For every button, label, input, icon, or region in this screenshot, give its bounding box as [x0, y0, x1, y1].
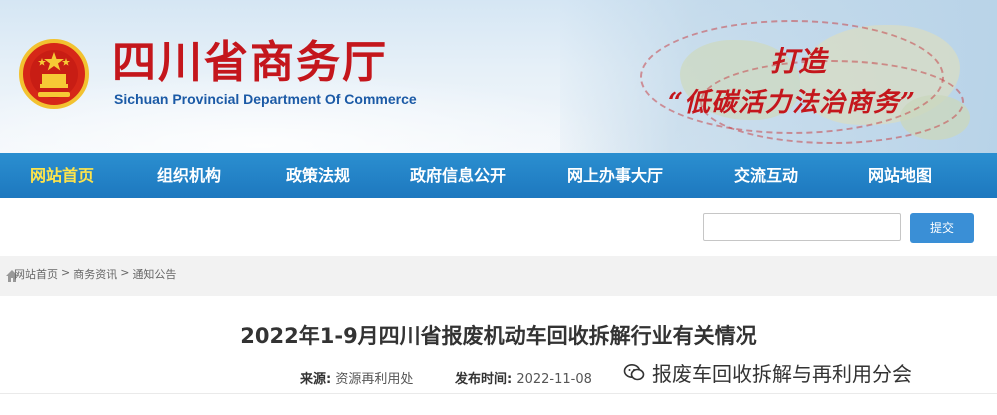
account-watermark: 报废车回收拆解与再利用分会 [648, 358, 916, 387]
content-divider [0, 393, 997, 394]
main-nav: 网站首页 组织机构 政策法规 政府信息公开 网上办事大厅 交流互动 网站地图 [0, 153, 997, 198]
banner-slogan-line2: “低碳活力法治商务” [668, 88, 916, 118]
article-publish-date: 发布时间: 2022-11-08 [455, 368, 592, 387]
breadcrumb: 网站首页 > 商务资讯 > 通知公告 [14, 266, 176, 282]
source-label: 来源: [300, 372, 332, 387]
banner-slogan-line1: 打造 [770, 45, 827, 78]
nav-item-policies[interactable]: 政策法规 [254, 153, 382, 198]
breadcrumb-link-news[interactable]: 商务资讯 [73, 266, 117, 282]
breadcrumb-bar: 网站首页 > 商务资讯 > 通知公告 [0, 256, 997, 296]
national-emblem-icon [19, 39, 89, 109]
article-source: 来源: 资源再利用处 [300, 368, 413, 387]
nav-item-organization[interactable]: 组织机构 [124, 153, 254, 198]
nav-item-home[interactable]: 网站首页 [0, 153, 124, 198]
nav-item-interaction[interactable]: 交流互动 [696, 153, 836, 198]
source-value: 资源再利用处 [335, 372, 414, 387]
site-title-english: Sichuan Provincial Department Of Commerc… [114, 91, 417, 107]
breadcrumb-link-notices[interactable]: 通知公告 [132, 266, 176, 282]
nav-item-online-services[interactable]: 网上办事大厅 [534, 153, 696, 198]
nav-item-gov-info[interactable]: 政府信息公开 [382, 153, 534, 198]
search-submit-button[interactable]: 提交 [910, 213, 974, 243]
breadcrumb-link-home[interactable]: 网站首页 [14, 266, 58, 282]
site-header-banner: 四川省商务厅 Sichuan Provincial Department Of … [0, 0, 997, 153]
nav-item-sitemap[interactable]: 网站地图 [836, 153, 964, 198]
article-title: 2022年1-9月四川省报废机动车回收拆解行业有关情况 [240, 324, 757, 348]
search-input[interactable] [703, 213, 901, 241]
breadcrumb-separator: > [61, 266, 71, 279]
breadcrumb-separator: > [120, 266, 130, 279]
date-value: 2022-11-08 [516, 372, 592, 387]
date-label: 发布时间: [455, 372, 513, 387]
site-title-chinese: 四川省商务厅 [112, 37, 388, 88]
wechat-icon [623, 364, 645, 381]
